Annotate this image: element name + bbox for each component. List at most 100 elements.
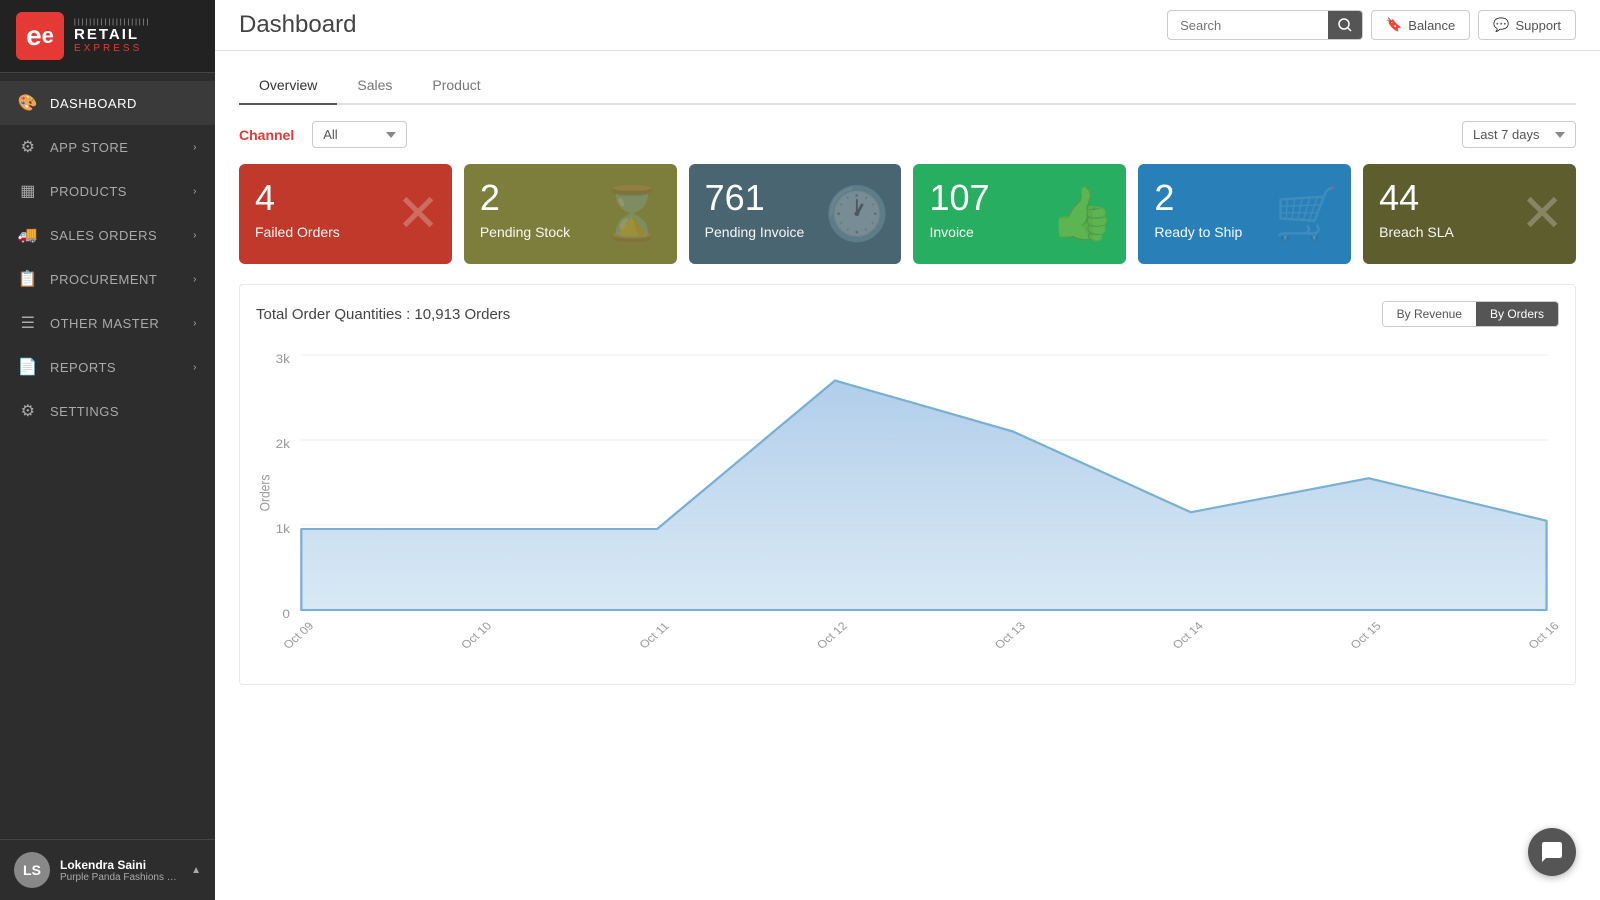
svg-text:3k: 3k [276, 352, 291, 366]
settings-icon: ⚙ [18, 401, 38, 421]
app-store-icon: ⚙ [18, 137, 38, 157]
search-box [1167, 10, 1363, 40]
procurement-icon: 📋 [18, 269, 38, 289]
chevron-up-icon: ▲ [191, 865, 201, 876]
logo-area: e |||||||||||||||||||| RETAIL EXPRESS [0, 0, 215, 73]
search-icon [1338, 18, 1352, 32]
svg-text:Oct 11: Oct 11 [637, 620, 672, 651]
sidebar-item-settings[interactable]: ⚙ SETTINGS [0, 389, 215, 433]
stat-card-breach-sla[interactable]: 44 Breach SLA ✕ [1363, 164, 1576, 264]
content-area: Overview Sales Product Channel All Amazo… [215, 51, 1600, 900]
other-master-icon: ☰ [18, 313, 38, 333]
pending-stock-icon: ⌛ [600, 184, 665, 245]
chat-icon [1540, 840, 1564, 864]
svg-text:Oct 09: Oct 09 [281, 620, 317, 652]
user-name: Lokendra Saini [60, 858, 181, 872]
header: Dashboard 🔖 Balance 💬 Support [215, 0, 1600, 51]
chart-title: Total Order Quantities : 10,913 Orders [256, 306, 510, 323]
page-title: Dashboard [239, 11, 356, 39]
tab-sales[interactable]: Sales [337, 67, 412, 105]
sidebar-item-app-store[interactable]: ⚙ APP STORE › [0, 125, 215, 169]
user-footer[interactable]: LS Lokendra Saini Purple Panda Fashions … [0, 839, 215, 900]
chevron-right-icon: › [193, 142, 197, 153]
svg-text:Oct 10: Oct 10 [459, 620, 495, 652]
breach-sla-icon: ✕ [1520, 184, 1564, 244]
sidebar-item-label: SALES ORDERS [50, 228, 157, 243]
dashboard-icon: 🎨 [18, 93, 38, 113]
stat-card-pending-invoice[interactable]: 761 Pending Invoice 🕐 [689, 164, 902, 264]
search-input[interactable] [1168, 12, 1328, 39]
stat-card-pending-stock[interactable]: 2 Pending Stock ⌛ [464, 164, 677, 264]
svg-text:Oct 12: Oct 12 [815, 620, 851, 652]
chevron-right-icon: › [193, 318, 197, 329]
sidebar-item-dashboard[interactable]: 🎨 DASHBOARD [0, 81, 215, 125]
svg-text:2k: 2k [276, 437, 291, 451]
chevron-right-icon: › [193, 186, 197, 197]
pending-invoice-icon: 🕐 [825, 184, 890, 245]
logo-icon: e [16, 12, 64, 60]
chevron-right-icon: › [193, 274, 197, 285]
sidebar-item-label: DASHBOARD [50, 96, 137, 111]
tab-product[interactable]: Product [412, 67, 500, 105]
svg-text:1k: 1k [276, 522, 291, 536]
svg-text:Oct 16: Oct 16 [1526, 620, 1559, 652]
date-range-select[interactable]: Last 7 days Last 30 days Last 90 days [1462, 121, 1576, 148]
channel-label: Channel [239, 127, 294, 143]
by-revenue-button[interactable]: By Revenue [1383, 302, 1476, 326]
main-content: Dashboard 🔖 Balance 💬 Support Overview S… [215, 0, 1600, 900]
sidebar-nav: 🎨 DASHBOARD ⚙ APP STORE › ▦ PRODUCTS › 🚚… [0, 73, 215, 839]
area-chart-fill [301, 381, 1546, 611]
sidebar-item-label: OTHER MASTER [50, 316, 159, 331]
chart-container: Total Order Quantities : 10,913 Orders B… [239, 284, 1576, 685]
tab-overview[interactable]: Overview [239, 67, 337, 105]
search-button[interactable] [1328, 11, 1362, 39]
header-actions: 🔖 Balance 💬 Support [1167, 10, 1576, 40]
barcode-text: |||||||||||||||||||| [74, 19, 150, 26]
chart-header: Total Order Quantities : 10,913 Orders B… [256, 301, 1559, 327]
reports-icon: 📄 [18, 357, 38, 377]
chevron-right-icon: › [193, 362, 197, 373]
channel-select[interactable]: All Amazon Flipkart Snapdeal [312, 121, 407, 148]
balance-label: Balance [1408, 18, 1455, 33]
sidebar-item-procurement[interactable]: 📋 PROCUREMENT › [0, 257, 215, 301]
stat-card-failed-orders[interactable]: 4 Failed Orders ✕ [239, 164, 452, 264]
brand-name: RETAIL [74, 26, 150, 43]
logo-text: |||||||||||||||||||| RETAIL EXPRESS [74, 19, 150, 54]
balance-icon: 🔖 [1386, 17, 1402, 33]
svg-text:0: 0 [282, 607, 290, 621]
sidebar-item-label: PROCUREMENT [50, 272, 157, 287]
support-icon: 💬 [1493, 17, 1509, 33]
stat-card-ready-to-ship[interactable]: 2 Ready to Ship 🛒 [1138, 164, 1351, 264]
svg-text:Orders: Orders [257, 475, 273, 512]
sidebar-item-other-master[interactable]: ☰ OTHER MASTER › [0, 301, 215, 345]
support-button[interactable]: 💬 Support [1478, 10, 1576, 40]
svg-text:Oct 15: Oct 15 [1348, 620, 1384, 652]
sidebar-item-label: PRODUCTS [50, 184, 127, 199]
user-info: Lokendra Saini Purple Panda Fashions Pvt… [60, 858, 181, 883]
user-company: Purple Panda Fashions Pvt Ltd [60, 872, 181, 883]
balance-button[interactable]: 🔖 Balance [1371, 10, 1470, 40]
chart-svg-wrap: 3k 2k 1k 0 [256, 343, 1559, 668]
sidebar-item-sales-orders[interactable]: 🚚 SALES ORDERS › [0, 213, 215, 257]
channel-filter: Channel All Amazon Flipkart Snapdeal [239, 121, 407, 148]
failed-orders-icon: ✕ [396, 184, 440, 244]
stat-card-invoice[interactable]: 107 Invoice 👍 [913, 164, 1126, 264]
chevron-right-icon: › [193, 230, 197, 241]
sidebar: e |||||||||||||||||||| RETAIL EXPRESS 🎨 … [0, 0, 215, 900]
stat-cards: 4 Failed Orders ✕ 2 Pending Stock ⌛ 761 … [239, 164, 1576, 264]
orders-chart: 3k 2k 1k 0 [256, 343, 1559, 663]
by-orders-button[interactable]: By Orders [1476, 302, 1558, 326]
sidebar-item-reports[interactable]: 📄 REPORTS › [0, 345, 215, 389]
invoice-icon: 👍 [1050, 184, 1115, 245]
svg-text:Oct 13: Oct 13 [992, 620, 1028, 652]
brand-sub: EXPRESS [74, 43, 150, 54]
products-icon: ▦ [18, 181, 38, 201]
sidebar-item-products[interactable]: ▦ PRODUCTS › [0, 169, 215, 213]
chat-button[interactable] [1528, 828, 1576, 876]
sales-orders-icon: 🚚 [18, 225, 38, 245]
support-label: Support [1515, 18, 1561, 33]
tab-bar: Overview Sales Product [239, 67, 1576, 105]
avatar: LS [14, 852, 50, 888]
sidebar-item-label: APP STORE [50, 140, 128, 155]
sidebar-item-label: REPORTS [50, 360, 116, 375]
